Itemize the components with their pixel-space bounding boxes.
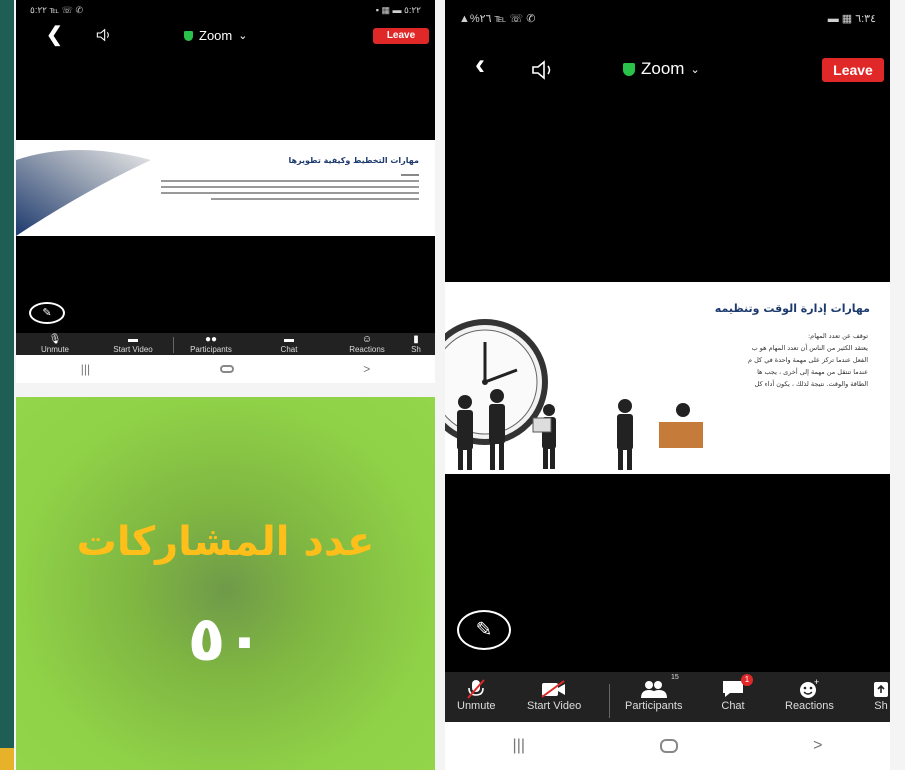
- microphone-muted-icon: 🎙: [48, 333, 62, 345]
- clock-and-people-illustration: [445, 319, 703, 470]
- meeting-title: Zoom: [199, 28, 233, 43]
- reactions-button[interactable]: ☺ Reactions: [328, 333, 406, 355]
- slide-body-text: [161, 174, 419, 200]
- reactions-button[interactable]: + Reactions: [785, 678, 834, 720]
- slide-text-line: عندما تنتقل من مهمة إلى أخرى ، يجب ها: [757, 368, 868, 376]
- meeting-toolbar: 🎙 Unmute ▬ Start Video ●● Participants ▬ Cha…: [16, 333, 435, 355]
- back-nav-button[interactable]: >: [813, 737, 822, 755]
- chevron-down-icon: ⌄: [690, 63, 700, 76]
- meeting-top-bar: ‹ Zoom ⌄ Leave: [445, 48, 890, 90]
- speaker-icon[interactable]: [96, 28, 112, 42]
- unmute-button[interactable]: Unmute: [457, 678, 496, 720]
- meeting-title-dropdown[interactable]: Zoom ⌄: [184, 28, 247, 43]
- chat-badge: 1: [741, 674, 753, 686]
- back-nav-button[interactable]: >: [363, 362, 370, 376]
- back-icon[interactable]: ‹: [475, 48, 485, 82]
- shared-slide: مهارات التخطيط وكيفية تطويرها: [16, 140, 435, 236]
- phone-screenshot-small: ٥:٢٢ ℡ ☏ ✆ ▪ ▦ ▬ ٥:٢٢ ❮ Zoom ⌄ Leave مها…: [16, 0, 435, 383]
- annotate-pen-button[interactable]: ✎: [29, 302, 65, 324]
- video-off-icon: ▬: [128, 333, 138, 345]
- chat-icon: ▬: [284, 333, 294, 345]
- slide-text-line: توقف عن تعدد المهام:: [807, 332, 868, 340]
- video-off-icon: [540, 678, 568, 700]
- status-right: ▬ ▦ ٦:٣٤: [827, 12, 876, 25]
- annotate-pen-button[interactable]: ✎: [457, 610, 511, 650]
- unmute-button[interactable]: 🎙 Unmute: [16, 333, 94, 355]
- start-video-button[interactable]: Start Video: [527, 678, 581, 720]
- status-bar: ٥:٢٢ ℡ ☏ ✆ ▪ ▦ ▬ ٥:٢٢: [16, 0, 435, 20]
- meeting-title: Zoom: [641, 59, 685, 78]
- slide-title: مهارات إدارة الوقت وتنظيمه: [714, 302, 870, 315]
- panel-title: عدد المشاركات: [76, 519, 375, 565]
- status-right: ▪ ▦ ▬ ٥:٢٢: [375, 4, 421, 15]
- share-button[interactable]: ▮ Sh: [406, 333, 426, 355]
- shield-icon: [184, 30, 193, 41]
- share-button[interactable]: Sh: [873, 678, 889, 720]
- chat-button[interactable]: ▬ Chat: [250, 333, 328, 355]
- home-button[interactable]: [219, 365, 234, 373]
- slide-decoration: [16, 150, 151, 236]
- share-icon: ▮: [413, 333, 419, 345]
- start-video-button[interactable]: ▬ Start Video: [94, 333, 172, 355]
- shield-icon: [623, 62, 635, 76]
- speaker-icon[interactable]: [531, 60, 555, 80]
- android-nav-bar: ||| >: [445, 722, 890, 770]
- slide-text-line: الفعل عندما تركز على مهمة واحدة في كل م: [748, 356, 868, 364]
- slide-text-line: يعتقد الكثير من الناس أن تعدد المهام هو …: [751, 344, 868, 352]
- participants-count-panel: عدد المشاركات ٥٠: [16, 397, 435, 770]
- meeting-toolbar: Unmute Start Video 15 Participants 1 Cha…: [445, 672, 890, 722]
- participants-icon: ●●: [204, 333, 218, 345]
- toolbar-divider: [173, 337, 174, 353]
- android-nav-bar: ||| >: [16, 355, 435, 383]
- shared-slide: مهارات إدارة الوقت وتنظيمه توقف عن تعدد …: [445, 282, 890, 474]
- chat-button[interactable]: 1 Chat: [721, 674, 753, 720]
- toolbar-divider: [609, 684, 610, 718]
- participants-button[interactable]: 15 Participants: [625, 674, 682, 720]
- leave-button[interactable]: Leave: [373, 28, 429, 44]
- participants-icon: 15: [640, 674, 679, 700]
- status-bar: ▲%٢٦ ℡ ☏ ✆ ▬ ▦ ٦:٣٤: [445, 0, 890, 36]
- slide-text-line: الطاقة والوقت. نتيجة لذلك ، يكون أداء كل: [754, 380, 868, 388]
- home-button[interactable]: [660, 739, 679, 753]
- reactions-icon: ☺: [361, 333, 373, 345]
- recents-button[interactable]: |||: [81, 362, 90, 376]
- status-left: ▲%٢٦ ℡ ☏ ✆: [459, 12, 536, 25]
- back-icon[interactable]: ❮: [46, 22, 63, 47]
- slide-title: مهارات التخطيط وكيفية تطويرها: [288, 156, 420, 165]
- share-icon: [873, 678, 889, 700]
- chat-icon: 1: [721, 674, 753, 700]
- panel-count: ٥٠: [187, 602, 264, 675]
- recents-button[interactable]: |||: [513, 737, 525, 755]
- left-border-strip: [0, 0, 14, 770]
- participants-button[interactable]: ●● Participants: [172, 333, 250, 355]
- participants-count: 15: [670, 674, 679, 681]
- gold-accent: [0, 748, 14, 770]
- leave-button[interactable]: Leave: [822, 58, 884, 82]
- microphone-muted-icon: [465, 678, 487, 700]
- svg-text:+: +: [814, 678, 819, 687]
- meeting-title-dropdown[interactable]: Zoom ⌄: [623, 59, 700, 79]
- status-left: ٥:٢٢ ℡ ☏ ✆: [30, 4, 83, 15]
- phone-screenshot-large: ▲%٢٦ ℡ ☏ ✆ ▬ ▦ ٦:٣٤ ‹ Zoom ⌄ Leave مهارا…: [445, 0, 890, 770]
- meeting-top-bar: ❮ Zoom ⌄ Leave: [16, 20, 435, 52]
- reactions-icon: +: [798, 678, 820, 700]
- chevron-down-icon: ⌄: [238, 30, 248, 42]
